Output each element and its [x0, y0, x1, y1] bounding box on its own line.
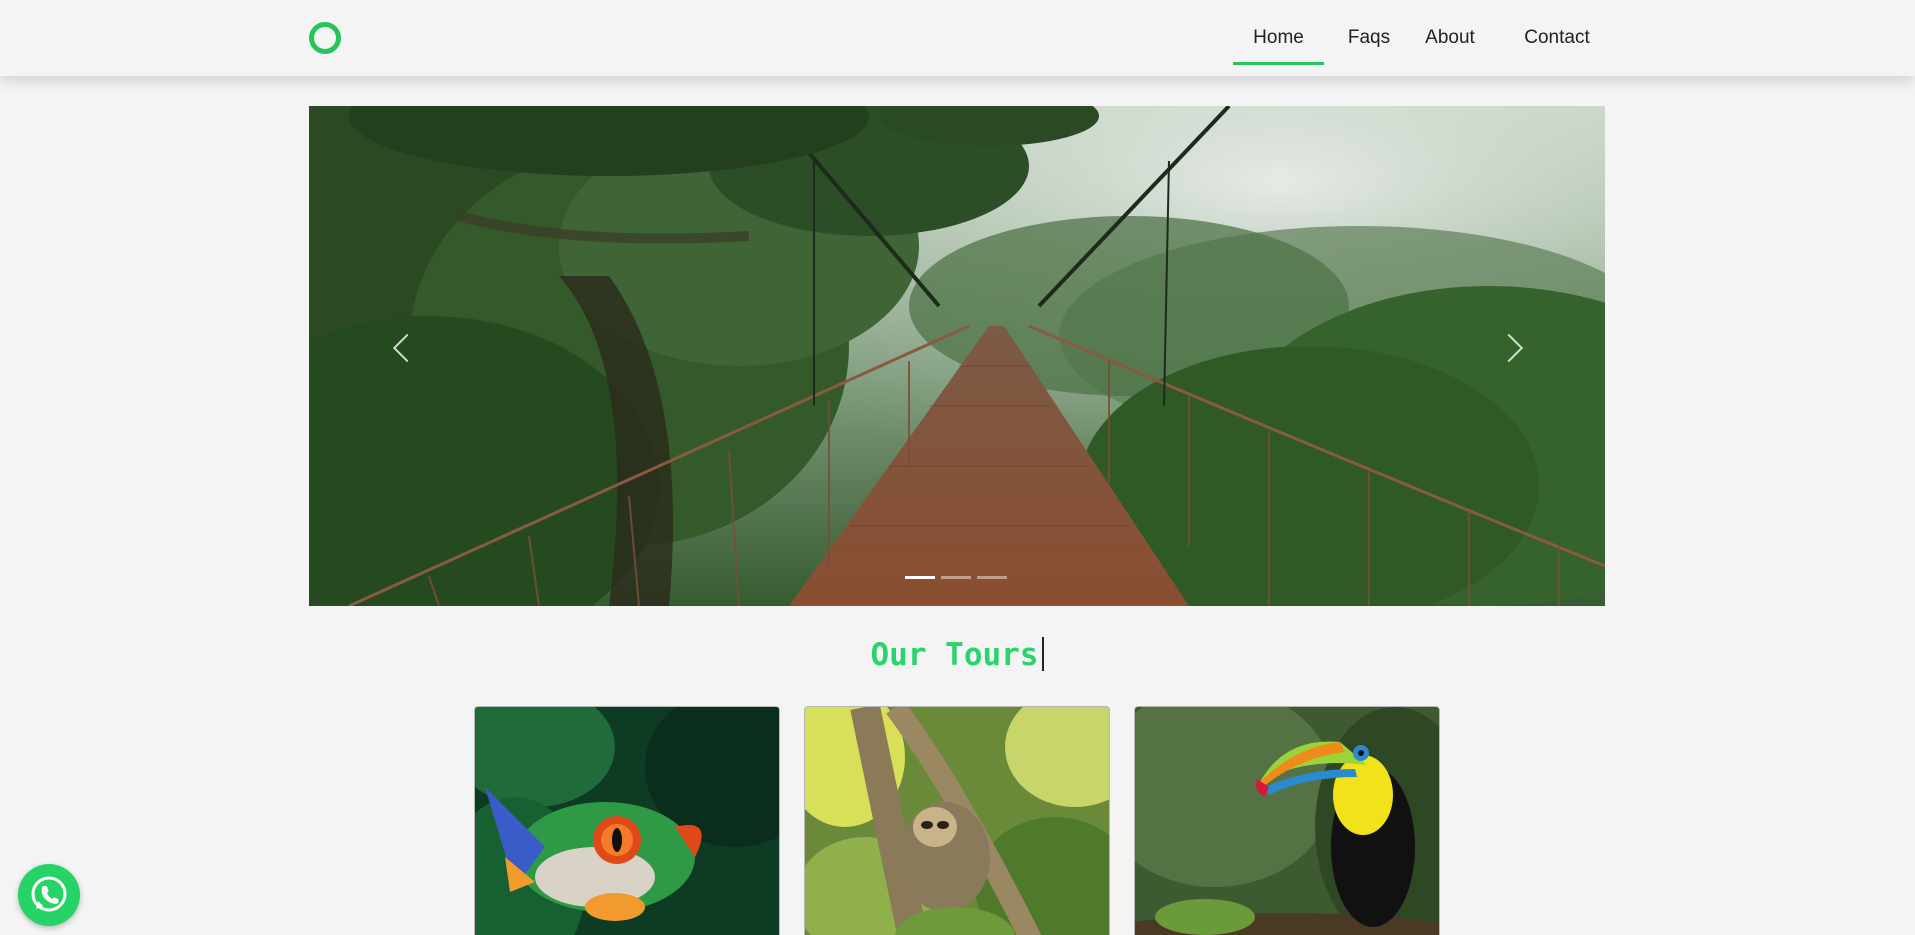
chevron-left-icon	[392, 333, 422, 363]
carousel-indicator[interactable]	[941, 576, 971, 579]
nav-item-home[interactable]: Home	[1233, 0, 1324, 65]
nav-item-contact[interactable]: Contact	[1512, 0, 1602, 64]
chevron-right-icon	[1494, 333, 1524, 363]
whatsapp-button[interactable]	[18, 864, 80, 926]
whatsapp-icon	[31, 876, 67, 912]
tour-card-image	[1135, 707, 1439, 935]
hero-carousel	[309, 106, 1605, 606]
tour-card-frog[interactable]	[474, 706, 780, 935]
carousel-slide-image	[309, 106, 1605, 606]
tour-card-image	[475, 707, 779, 935]
tour-card-sloth[interactable]	[804, 706, 1110, 935]
tours-section-title: Our Tours	[0, 637, 1915, 673]
nav-item-faqs[interactable]: Faqs	[1339, 0, 1399, 64]
navbar: Home Faqs About Contact	[0, 0, 1915, 76]
carousel-indicator[interactable]	[905, 576, 935, 579]
nav-item-about[interactable]: About	[1415, 0, 1485, 64]
carousel-next-button[interactable]	[1494, 324, 1535, 376]
ring-logo-icon[interactable]	[309, 22, 341, 54]
carousel-indicator[interactable]	[977, 576, 1007, 579]
tour-card-toucan[interactable]	[1134, 706, 1440, 935]
tour-card-image	[805, 707, 1109, 935]
typing-caret	[1042, 637, 1045, 671]
tours-title-text: Our Tours	[870, 637, 1039, 673]
carousel-prev-button[interactable]	[389, 324, 429, 376]
